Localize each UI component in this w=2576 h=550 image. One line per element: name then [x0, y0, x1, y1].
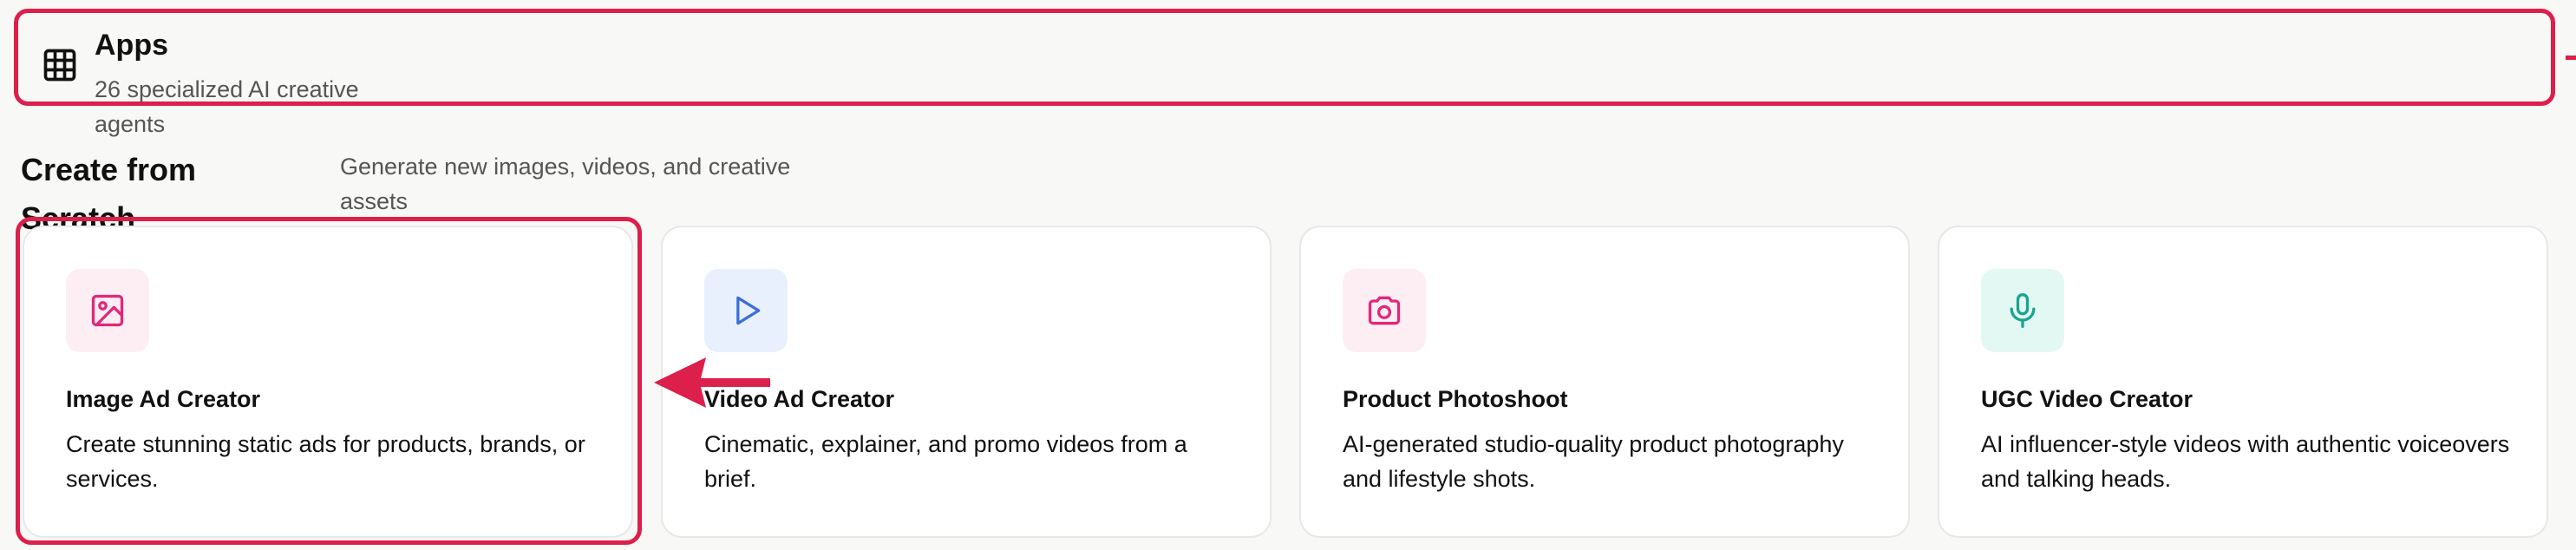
annotation-tick	[2566, 56, 2576, 60]
image-icon	[66, 269, 149, 352]
header-subtitle: 26 specialized AI creative agents	[95, 76, 359, 137]
card-description: AI-generated studio-quality product phot…	[1343, 431, 1844, 492]
apps-header[interactable]: Apps 26 specialized AI creative agents	[14, 9, 2555, 137]
header-title: Apps	[95, 29, 168, 62]
card-ugc-video-creator[interactable]: UGC Video Creator AI influencer-style vi…	[1938, 226, 2548, 538]
section-subtitle: Generate new images, videos, and creativ…	[340, 154, 791, 214]
play-icon	[704, 269, 788, 352]
grid-icon	[43, 49, 76, 82]
camera-icon	[1343, 269, 1426, 352]
microphone-icon	[1981, 269, 2064, 352]
card-description: Create stunning static ads for products,…	[66, 431, 585, 492]
annotation-arrow-icon	[654, 357, 770, 408]
card-product-photoshoot[interactable]: Product Photoshoot AI-generated studio-q…	[1299, 226, 1910, 538]
card-title: UGC Video Creator	[1981, 386, 2194, 412]
card-title: Image Ad Creator	[66, 386, 261, 412]
card-description: AI influencer-style videos with authenti…	[1981, 431, 2510, 492]
card-title: Product Photoshoot	[1343, 386, 1568, 412]
card-image-ad-creator[interactable]: Image Ad Creator Create stunning static …	[23, 226, 633, 538]
card-description: Cinematic, explainer, and promo videos f…	[704, 431, 1187, 492]
